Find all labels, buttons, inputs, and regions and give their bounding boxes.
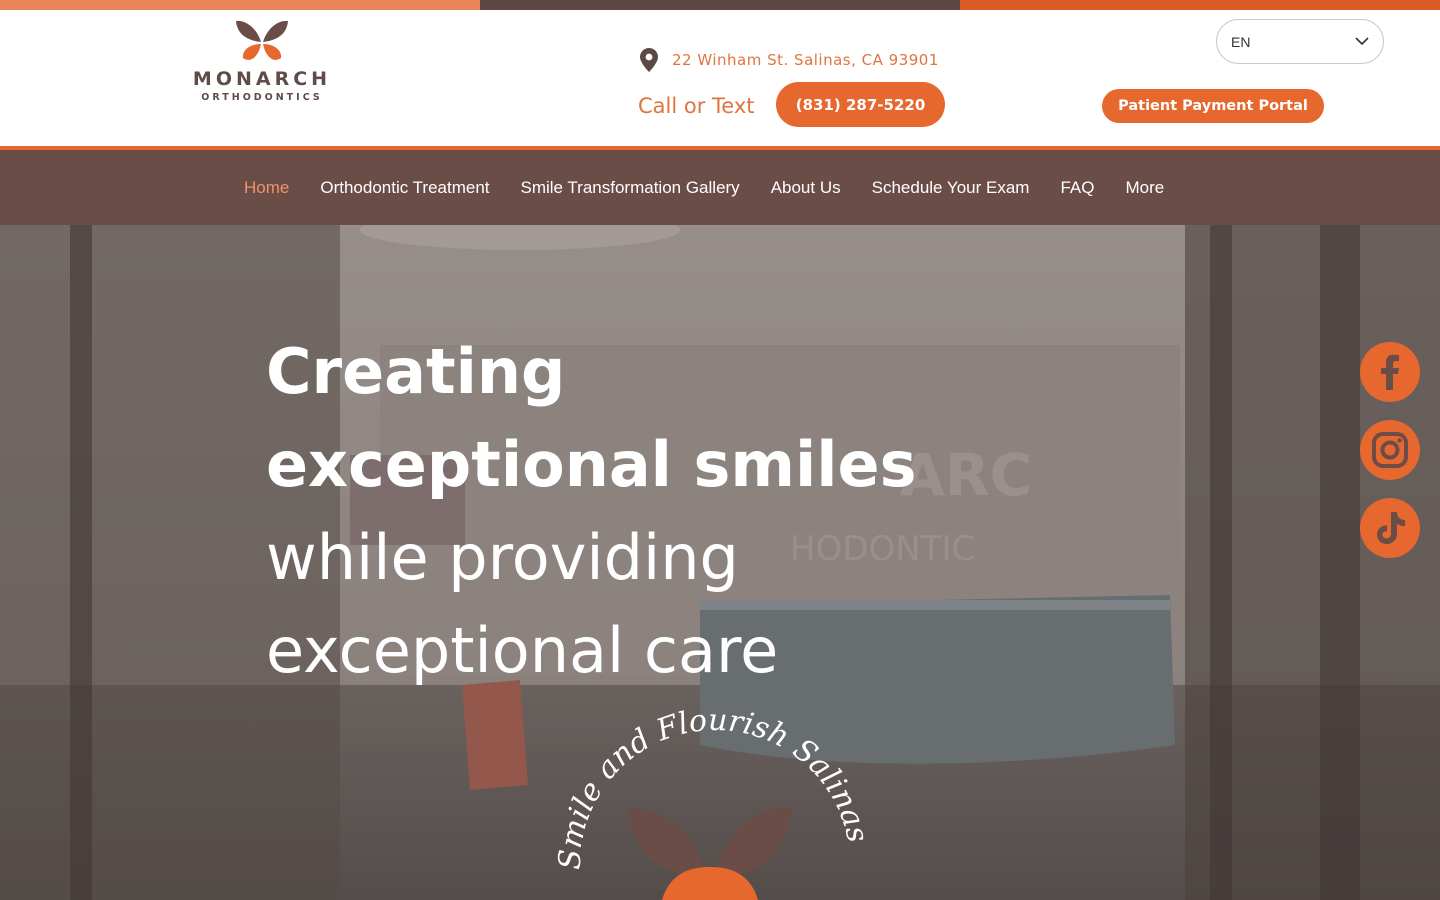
phone-button[interactable]: (831) 287-5220 [776, 82, 945, 127]
top-color-stripe [0, 0, 1440, 10]
smile-and-flourish-badge: Smile and Flourish Salinas [553, 703, 875, 900]
address-text: 22 Winham St. Salinas, CA 93901 [672, 51, 939, 69]
patient-payment-portal-button[interactable]: Patient Payment Portal [1102, 89, 1324, 123]
address-block[interactable]: 22 Winham St. Salinas, CA 93901 [640, 48, 939, 72]
hero-section: ARC HODONTIC Creating exceptional smiles… [0, 225, 1440, 900]
nav-item-home[interactable]: Home [244, 178, 289, 198]
chevron-down-icon [1355, 37, 1369, 46]
hero-headline: Creating exceptional smiles while provid… [266, 325, 917, 697]
hero-line-1: Creating [266, 335, 566, 408]
nav-item-orthodontic-treatment[interactable]: Orthodontic Treatment [320, 178, 489, 198]
instagram-link[interactable] [1360, 420, 1420, 480]
language-selector[interactable]: EN [1216, 19, 1384, 64]
tagline-text: Smile and Flourish Salinas [553, 703, 875, 871]
logo-wordmark: MONARCH [192, 68, 332, 90]
tiktok-icon [1377, 512, 1405, 544]
site-logo[interactable]: MONARCH ORTHODONTICS [192, 18, 332, 122]
nav-item-smile-gallery[interactable]: Smile Transformation Gallery [521, 178, 740, 198]
call-or-text-label: Call or Text [638, 94, 755, 118]
stripe-segment-2 [480, 0, 960, 10]
instagram-icon [1372, 432, 1408, 468]
hero-line-4: exceptional care [266, 614, 779, 687]
hero-line-2: exceptional smiles [266, 428, 917, 501]
tiktok-link[interactable] [1360, 498, 1420, 558]
nav-item-more[interactable]: More [1125, 178, 1164, 198]
facebook-link[interactable] [1360, 342, 1420, 402]
nav-item-about-us[interactable]: About Us [771, 178, 841, 198]
nav-item-schedule-exam[interactable]: Schedule Your Exam [872, 178, 1030, 198]
butterfly-logo-icon [236, 20, 288, 60]
svg-text:Smile and Flourish Salinas: Smile and Flourish Salinas [553, 703, 875, 871]
hero-line-3: while providing [266, 521, 739, 594]
stripe-segment-3 [960, 0, 1440, 10]
map-pin-icon [640, 48, 658, 72]
main-nav: Home Orthodontic Treatment Smile Transfo… [0, 150, 1440, 225]
language-value: EN [1231, 33, 1251, 50]
site-header: MONARCH ORTHODONTICS 22 Winham St. Salin… [0, 10, 1440, 146]
nav-item-faq[interactable]: FAQ [1060, 178, 1094, 198]
facebook-icon [1381, 354, 1399, 390]
stripe-segment-1 [0, 0, 480, 10]
logo-subtitle: ORTHODONTICS [201, 92, 323, 103]
